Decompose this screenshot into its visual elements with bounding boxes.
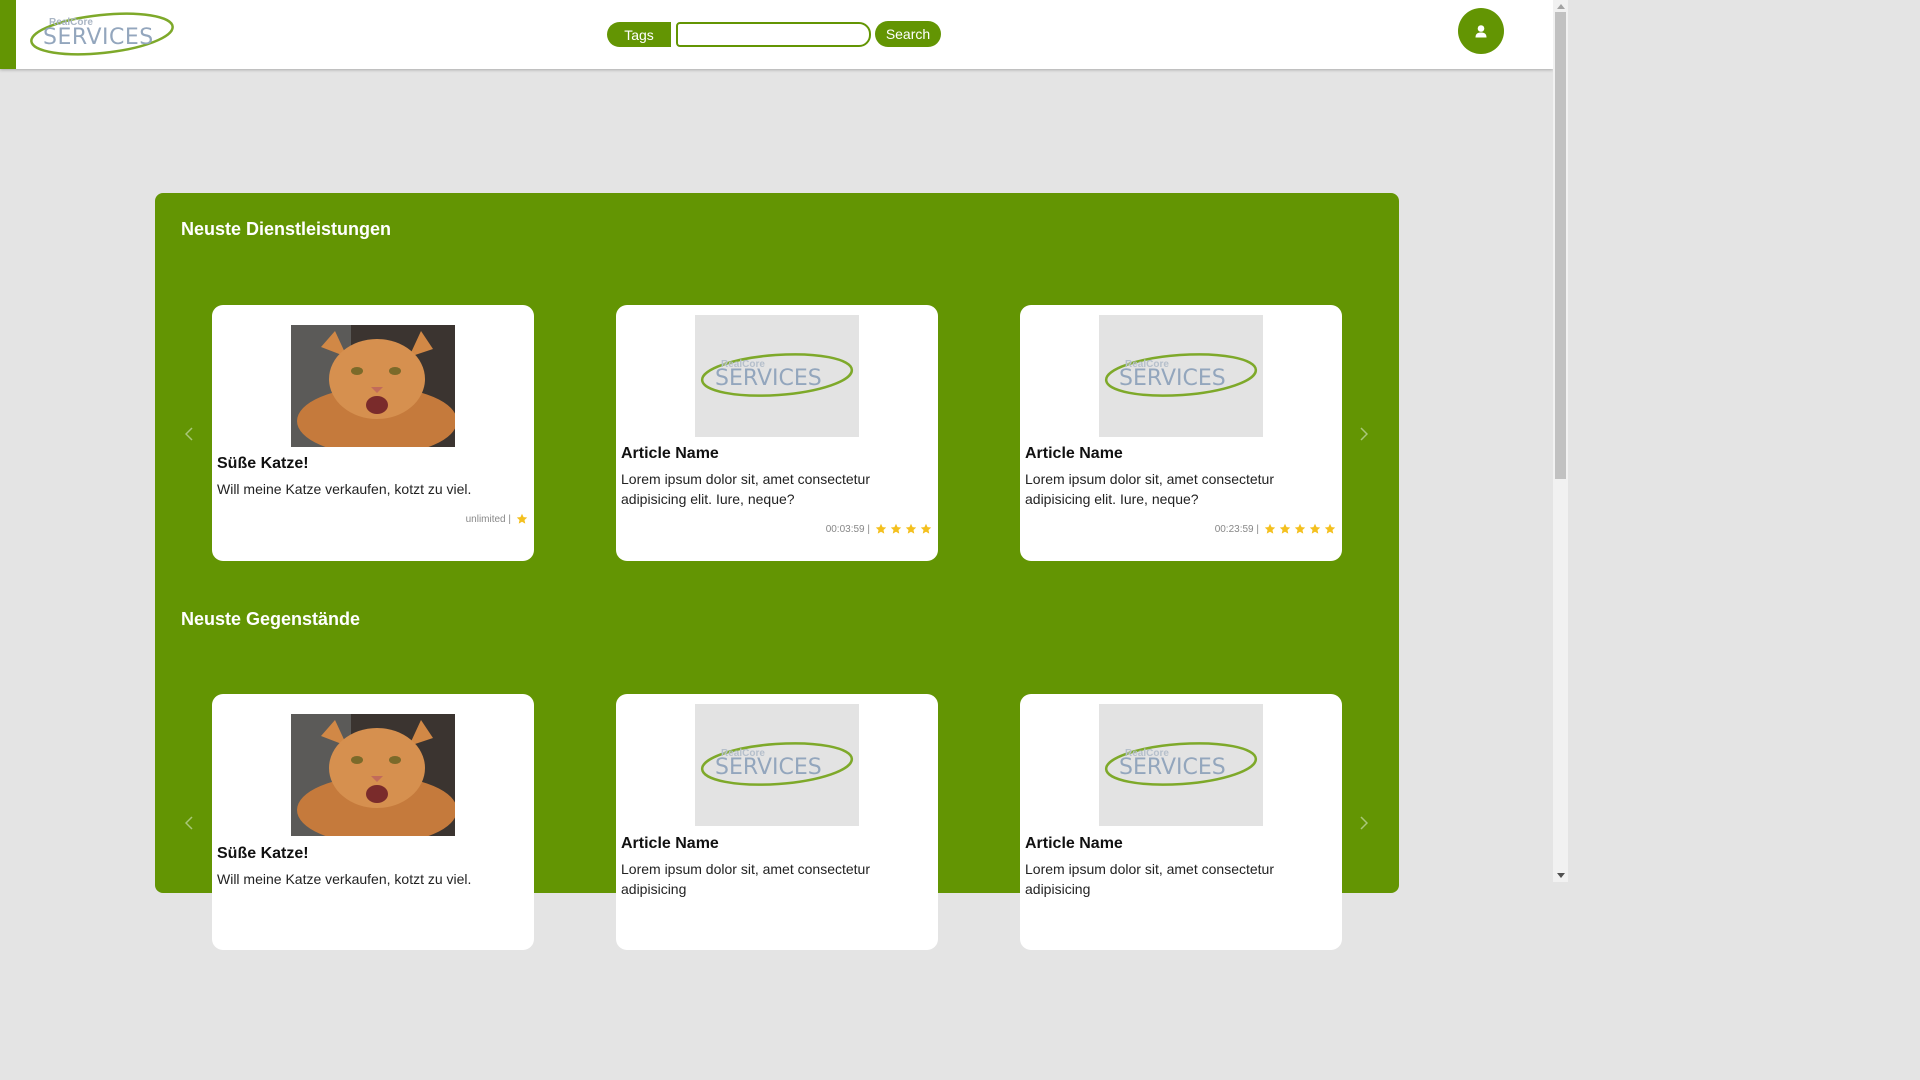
- realcore-services-logo[interactable]: RealCore SERVICES: [29, 11, 175, 57]
- star-icon: [516, 513, 528, 524]
- carousel-next-arrow-icon[interactable]: [1356, 813, 1372, 833]
- user-account-button[interactable]: [1458, 8, 1504, 54]
- carousel-prev-arrow-icon[interactable]: [181, 813, 197, 833]
- carousel-next-arrow-icon[interactable]: [1356, 424, 1372, 444]
- placeholder-logo-line2: SERVICES: [1119, 366, 1226, 391]
- card-description: Lorem ipsum dolor sit, amet consectetur …: [1025, 471, 1274, 507]
- card-title: Süße Katze!: [217, 455, 309, 472]
- scroll-down-arrow-icon[interactable]: [1556, 871, 1565, 879]
- card-duration: 00:23:59 |: [1214, 523, 1259, 535]
- card-title: Süße Katze!: [217, 845, 309, 862]
- logo-placeholder-image: RealCore SERVICES: [1099, 704, 1263, 826]
- star-icon: [1279, 523, 1291, 534]
- star-icon: [920, 523, 932, 534]
- card-description: Lorem ipsum dolor sit, amet consectetur …: [621, 471, 870, 507]
- section-title-services: Neuste Dienstleistungen: [181, 219, 392, 239]
- service-card[interactable]: Süße Katze! Will meine Katze verkaufen, …: [212, 305, 534, 561]
- star-icon: [1324, 523, 1336, 534]
- logo-placeholder-image: RealCore SERVICES: [695, 315, 859, 437]
- placeholder-logo-line2: SERVICES: [715, 755, 822, 780]
- card-description: Lorem ipsum dolor sit, amet consectetur …: [1025, 861, 1274, 897]
- card-meta: 00:23:59 |: [1215, 523, 1336, 535]
- card-title: Article Name: [621, 445, 719, 462]
- section-title-items: Neuste Gegenstände: [181, 609, 361, 629]
- card-title: Article Name: [1025, 835, 1123, 852]
- service-card[interactable]: RealCore SERVICES Article Name Lorem ips…: [616, 305, 938, 561]
- logo-placeholder-image: RealCore SERVICES: [695, 704, 859, 826]
- card-description: Will meine Katze verkaufen, kotzt zu vie…: [217, 871, 472, 887]
- search-button[interactable]: Search: [875, 21, 941, 47]
- card-duration: unlimited |: [465, 513, 511, 525]
- rating-stars: [1264, 523, 1336, 535]
- search-input[interactable]: [676, 22, 871, 47]
- service-card[interactable]: RealCore SERVICES Article Name Lorem ips…: [1020, 305, 1342, 561]
- card-title: Article Name: [1025, 445, 1123, 462]
- card-meta: unlimited |: [466, 513, 528, 525]
- carousel-prev-arrow-icon[interactable]: [181, 424, 197, 444]
- item-card[interactable]: Süße Katze! Will meine Katze verkaufen, …: [212, 694, 534, 950]
- tags-button[interactable]: Tags: [607, 22, 671, 47]
- cat-photo: [291, 714, 455, 836]
- placeholder-logo-line2: SERVICES: [1119, 755, 1226, 780]
- rating-stars: [875, 523, 932, 535]
- user-icon: [1475, 24, 1487, 37]
- card-description: Lorem ipsum dolor sit, amet consectetur …: [621, 861, 870, 897]
- card-description: Will meine Katze verkaufen, kotzt zu vie…: [217, 481, 472, 497]
- placeholder-logo-line2: SERVICES: [715, 366, 822, 391]
- item-card[interactable]: RealCore SERVICES Article Name Lorem ips…: [616, 694, 938, 950]
- cat-photo: [291, 325, 455, 447]
- star-icon: [875, 523, 887, 534]
- star-icon: [1309, 523, 1321, 534]
- card-meta: 00:03:59 |: [826, 523, 932, 535]
- listings-panel: Neuste Dienstleistungen Süße Katze! Will…: [155, 193, 1399, 950]
- card-duration: 00:03:59 |: [825, 523, 870, 535]
- card-title: Article Name: [621, 835, 719, 852]
- star-icon: [890, 523, 902, 534]
- logo-text-services: SERVICES: [43, 25, 154, 50]
- item-card[interactable]: RealCore SERVICES Article Name Lorem ips…: [1020, 694, 1342, 950]
- star-icon: [905, 523, 917, 534]
- logo-placeholder-image: RealCore SERVICES: [1099, 315, 1263, 437]
- scroll-up-arrow-icon[interactable]: [1556, 2, 1565, 10]
- page-scrollbar[interactable]: [1553, 0, 1568, 882]
- scrollbar-thumb[interactable]: [1555, 12, 1566, 479]
- header-accent-bar: [0, 0, 16, 69]
- star-icon: [1264, 523, 1276, 534]
- star-icon: [1294, 523, 1306, 534]
- rating-stars: [516, 513, 528, 525]
- top-navbar: RealCore SERVICES Tags Search: [0, 0, 1553, 69]
